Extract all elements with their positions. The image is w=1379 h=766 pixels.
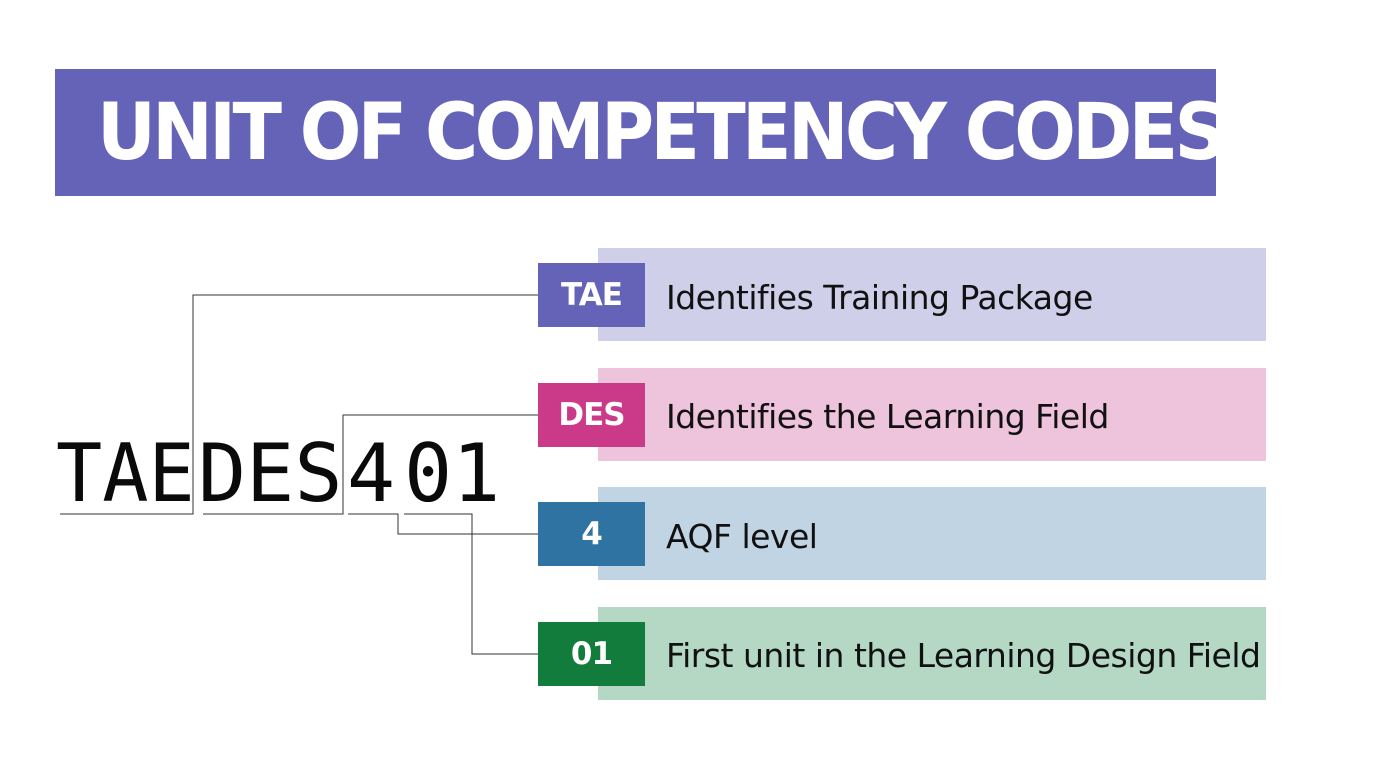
page-title: UNIT OF COMPETENCY CODES bbox=[97, 87, 1227, 178]
badge-des: DES bbox=[538, 383, 645, 447]
badge-unit: 01 bbox=[538, 622, 645, 686]
title-banner: UNIT OF COMPETENCY CODES bbox=[55, 69, 1227, 196]
description-unit-number: First unit in the Learning Design Field bbox=[666, 635, 1261, 675]
code-segment-unit-number: 01 bbox=[404, 427, 501, 520]
description-aqf-level: AQF level bbox=[666, 516, 818, 556]
code-segment-aqf-level: 4 bbox=[347, 427, 396, 520]
description-learning-field: Identifies the Learning Field bbox=[666, 396, 1109, 436]
code-segment-training-package: TAE bbox=[56, 427, 195, 520]
badge-aqf: 4 bbox=[538, 502, 645, 566]
connector-unit bbox=[404, 513, 538, 655]
badge-tae: TAE bbox=[538, 263, 645, 327]
description-training-package: Identifies Training Package bbox=[666, 277, 1093, 317]
code-segment-learning-field: DES bbox=[198, 427, 343, 520]
unit-code: TAE DES 4 01 bbox=[56, 427, 500, 520]
